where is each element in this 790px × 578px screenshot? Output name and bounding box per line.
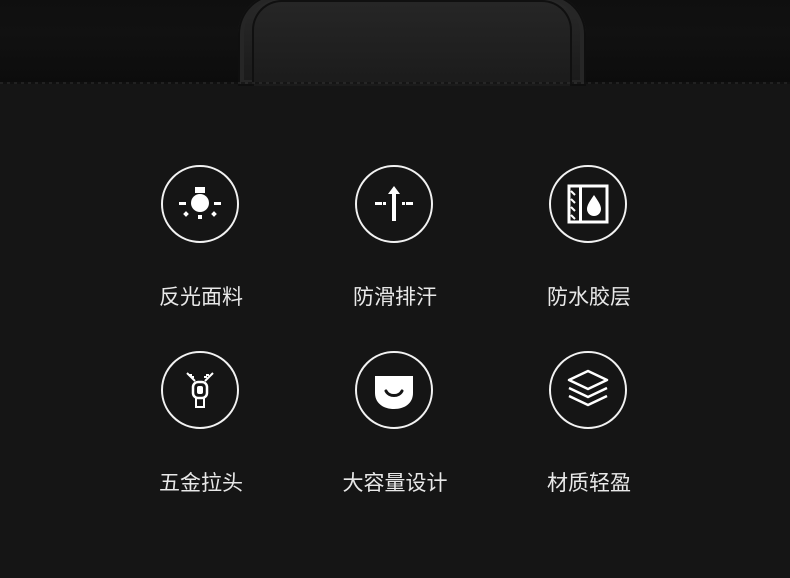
feature-label: 防滑排汗	[353, 285, 437, 309]
feature-metal-zipper: 五金拉头	[121, 351, 281, 511]
light-bulb-icon	[161, 165, 239, 243]
feature-label: 反光面料	[159, 285, 243, 309]
feature-label: 防水胶层	[547, 285, 631, 309]
feature-large-capacity: 大容量设计	[315, 351, 475, 511]
feature-lightweight: 材质轻盈	[509, 351, 669, 511]
feature-reflective-fabric: 反光面料	[121, 165, 281, 325]
feature-label: 材质轻盈	[547, 471, 631, 495]
layers-icon	[549, 351, 627, 429]
bag-image	[238, 0, 586, 86]
product-image-strip	[0, 0, 790, 86]
water-drop-icon	[549, 165, 627, 243]
bag-panel	[252, 0, 572, 86]
zipper-pull-icon	[161, 351, 239, 429]
feature-anti-slip: 防滑排汗	[315, 165, 475, 325]
product-feature-page: 反光面料 防滑排汗 防水胶层 五金拉头 大容量设计 材质轻盈	[0, 0, 790, 578]
pocket-smile-icon	[355, 351, 433, 429]
feature-label: 五金拉头	[159, 471, 243, 495]
feature-waterproof-layer: 防水胶层	[509, 165, 669, 325]
feature-label: 大容量设计	[342, 471, 448, 495]
arrow-up-icon	[355, 165, 433, 243]
